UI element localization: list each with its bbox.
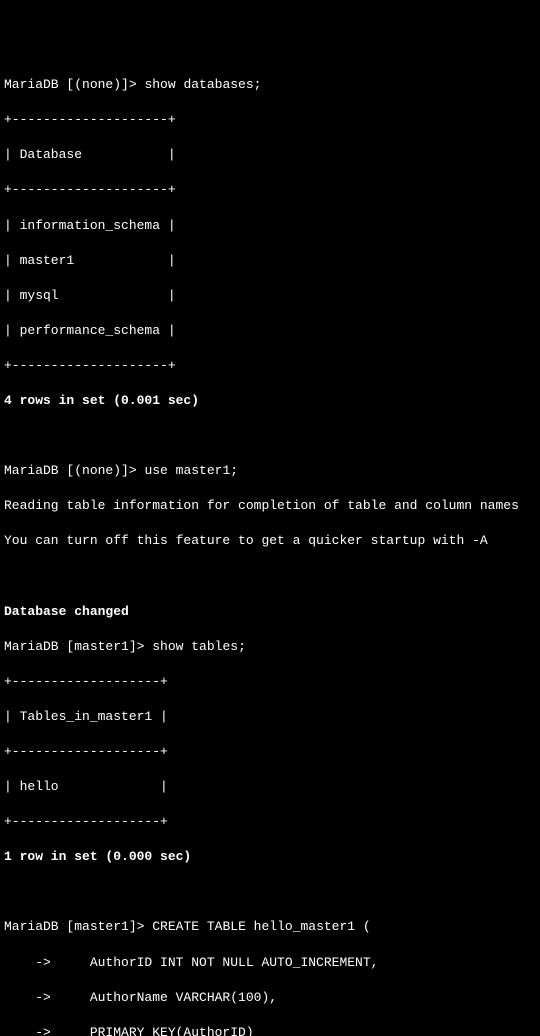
table-border: +--------------------+ bbox=[4, 111, 536, 129]
table-row: | hello | bbox=[4, 778, 536, 796]
sql-prompt-3: MariaDB [master1]> bbox=[4, 639, 144, 654]
table-border: +-------------------+ bbox=[4, 743, 536, 761]
table-header: | Tables_in_master1 | bbox=[4, 708, 536, 726]
sql-command-create-table: CREATE TABLE hello_master1 ( bbox=[152, 919, 370, 934]
result-summary: 1 row in set (0.000 sec) bbox=[4, 848, 536, 866]
table-row: | mysql | bbox=[4, 287, 536, 305]
continuation-prompt: -> bbox=[4, 1025, 59, 1036]
sql-command-use: use master1; bbox=[144, 463, 238, 478]
table-header: | Database | bbox=[4, 146, 536, 164]
continuation-prompt: -> bbox=[4, 990, 59, 1005]
sql-continuation-line: AuthorName VARCHAR(100), bbox=[59, 990, 277, 1005]
table-row: | master1 | bbox=[4, 252, 536, 270]
blank-line bbox=[4, 883, 536, 901]
sql-prompt-2: MariaDB [(none)]> bbox=[4, 463, 137, 478]
sql-continuation-line: AuthorID INT NOT NULL AUTO_INCREMENT, bbox=[59, 955, 379, 970]
table-border: +--------------------+ bbox=[4, 357, 536, 375]
table-border: +--------------------+ bbox=[4, 181, 536, 199]
sql-prompt-4: MariaDB [master1]> bbox=[4, 919, 144, 934]
continuation-prompt: -> bbox=[4, 955, 59, 970]
info-message: You can turn off this feature to get a q… bbox=[4, 532, 536, 550]
sql-command-show-tables: show tables; bbox=[152, 639, 246, 654]
sql-continuation-line: PRIMARY KEY(AuthorID) bbox=[59, 1025, 254, 1036]
sql-prompt-1: MariaDB [(none)]> bbox=[4, 77, 137, 92]
sql-command-show-databases: show databases; bbox=[144, 77, 261, 92]
info-message: Reading table information for completion… bbox=[4, 497, 536, 515]
table-border: +-------------------+ bbox=[4, 673, 536, 691]
database-changed: Database changed bbox=[4, 603, 536, 621]
table-border: +-------------------+ bbox=[4, 813, 536, 831]
table-row: | information_schema | bbox=[4, 217, 536, 235]
result-summary: 4 rows in set (0.001 sec) bbox=[4, 392, 536, 410]
table-row: | performance_schema | bbox=[4, 322, 536, 340]
blank-line bbox=[4, 568, 536, 586]
blank-line bbox=[4, 427, 536, 445]
